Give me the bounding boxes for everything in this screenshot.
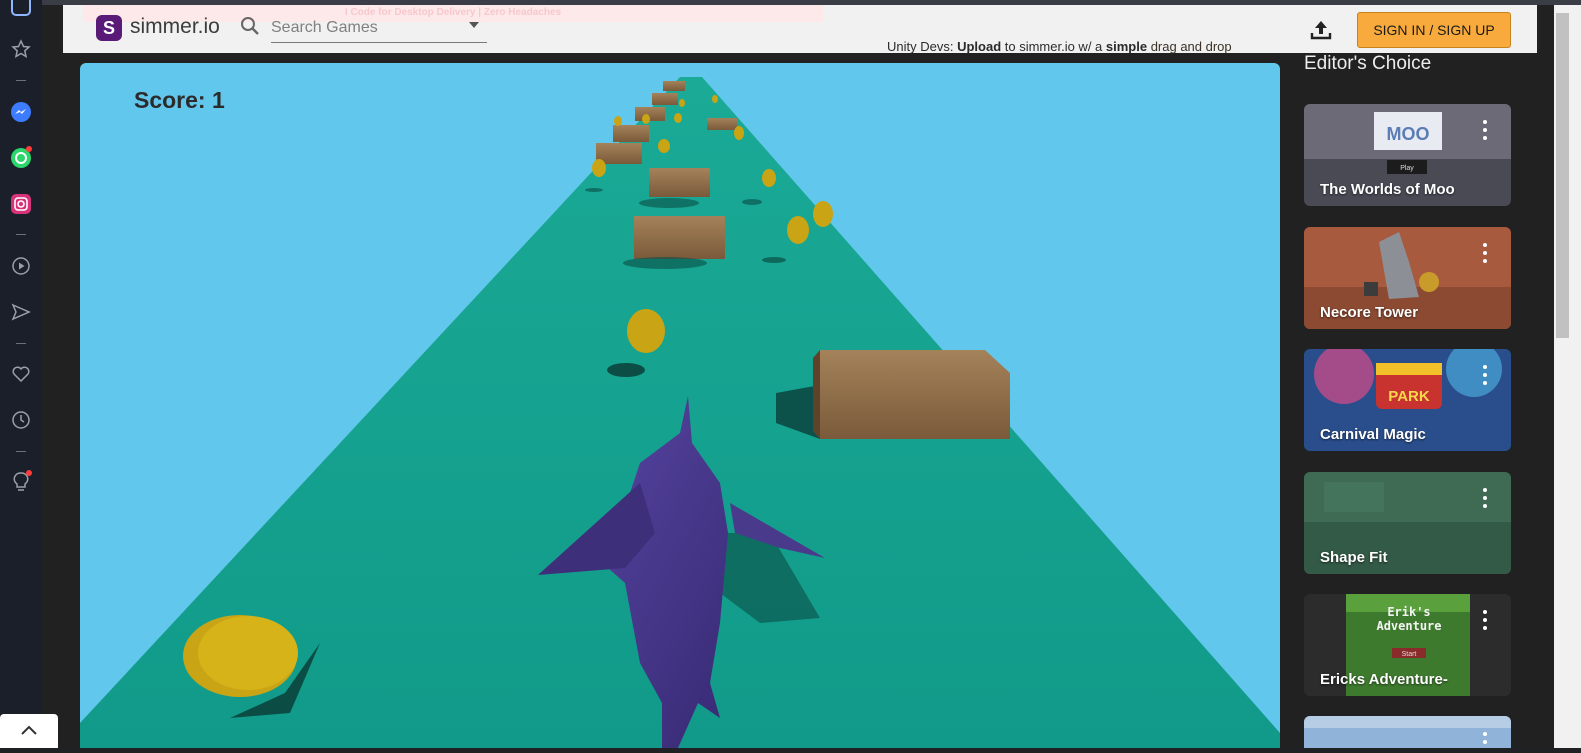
coin — [627, 309, 665, 353]
chevron-up-icon — [21, 725, 37, 735]
game-card-necore-tower[interactable]: Necore Tower — [1304, 227, 1511, 329]
notification-dot — [26, 146, 32, 152]
page-scrollbar[interactable] — [1554, 5, 1581, 748]
crate — [820, 350, 1010, 439]
browser-sidebar — [0, 0, 42, 748]
thumb-text: MOO — [1387, 124, 1430, 144]
game-card-ericks-adventure[interactable]: Erik's Adventure Start Ericks Adventure- — [1304, 594, 1511, 696]
dock-separator — [16, 234, 26, 235]
svg-text:Adventure: Adventure — [1376, 619, 1441, 633]
tips-icon[interactable] — [8, 469, 34, 495]
more-options-icon[interactable] — [1479, 488, 1491, 508]
site-name[interactable]: simmer.io — [130, 15, 220, 39]
score-display: Score: 1 — [134, 87, 225, 113]
svg-text:Start: Start — [1402, 651, 1417, 658]
site-header: I Code for Desktop Delivery | Zero Heada… — [63, 5, 1537, 53]
bookmarks-icon[interactable] — [8, 36, 34, 62]
upload-icon[interactable] — [1308, 18, 1334, 42]
more-options-icon[interactable] — [1479, 120, 1491, 140]
expand-tab[interactable] — [0, 714, 58, 748]
dock-separator — [16, 80, 26, 81]
svg-text:Erik's: Erik's — [1387, 605, 1430, 619]
send-icon[interactable] — [8, 299, 34, 325]
more-options-icon[interactable] — [1479, 610, 1491, 630]
thumb-text: PARK — [1388, 388, 1430, 405]
history-icon[interactable] — [8, 407, 34, 433]
dev-upload-banner[interactable]: Unity Devs: Upload to simmer.io w/ a sim… — [887, 39, 1232, 54]
chevron-down-icon[interactable] — [469, 22, 479, 28]
game-scene — [80, 77, 1280, 748]
game-card-title: Ericks Adventure- — [1320, 671, 1448, 688]
crate — [634, 216, 725, 259]
more-options-icon[interactable] — [1479, 732, 1491, 748]
instagram-icon[interactable] — [8, 191, 34, 217]
svg-text:Play: Play — [1400, 165, 1414, 172]
dev-banner-middle: to simmer.io w/ a — [1001, 39, 1106, 54]
game-card-partial[interactable] — [1304, 716, 1511, 748]
dock-separator — [16, 343, 26, 344]
sign-in-button[interactable]: SIGN IN / SIGN UP — [1357, 12, 1511, 48]
dev-banner-prefix: Unity Devs: — [887, 39, 958, 54]
more-options-icon[interactable] — [1479, 243, 1491, 263]
scroll-thumb[interactable] — [1556, 13, 1569, 338]
page: I Code for Desktop Delivery | Zero Heada… — [42, 5, 1554, 748]
game-card-title: The Worlds of Moo — [1320, 181, 1455, 198]
messenger-icon[interactable] — [8, 99, 34, 125]
whatsapp-icon[interactable] — [8, 145, 34, 171]
game-canvas[interactable]: Score: 1 — [80, 63, 1280, 748]
game-card-title: Carnival Magic — [1320, 426, 1426, 443]
coin — [787, 216, 809, 244]
heart-icon[interactable] — [8, 361, 34, 387]
dev-banner-suffix: drag and drop — [1147, 39, 1232, 54]
dock-separator — [16, 451, 26, 452]
dev-banner-simple: simple — [1105, 39, 1148, 54]
logo[interactable]: S — [96, 15, 122, 41]
crate — [649, 168, 710, 197]
browser-icon[interactable] — [8, 0, 34, 20]
dev-banner-upload: Upload — [957, 39, 1002, 54]
search-input[interactable] — [271, 13, 487, 43]
search-icon[interactable] — [239, 15, 261, 42]
notification-dot — [26, 470, 32, 476]
game-card-title: Necore Tower — [1320, 304, 1419, 321]
game-card-shape-fit[interactable]: Shape Fit — [1304, 472, 1511, 574]
coin — [813, 201, 833, 227]
game-card-title: Shape Fit — [1320, 549, 1388, 566]
game-card-carnival-magic[interactable]: PARK Carnival Magic — [1304, 349, 1511, 451]
sidebar-title: Editor's Choice — [1304, 53, 1432, 74]
player-icon[interactable] — [8, 253, 34, 279]
more-options-icon[interactable] — [1479, 365, 1491, 385]
game-card-worlds-of-moo[interactable]: MOO Play The Worlds of Moo — [1304, 104, 1511, 206]
